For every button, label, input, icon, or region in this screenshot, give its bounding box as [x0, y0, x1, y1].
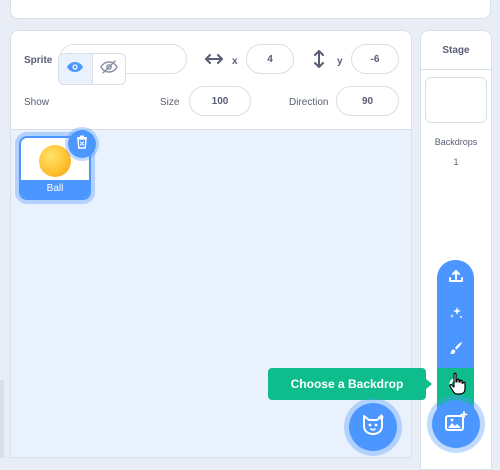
direction-label: Direction — [289, 97, 329, 108]
backdrops-label: Backdrops — [434, 137, 478, 147]
paint-icon — [448, 340, 464, 361]
sprite-tile-name: Ball — [21, 180, 89, 198]
backdrops-count: 1 — [453, 157, 459, 167]
x-position-icon — [204, 51, 224, 67]
ball-sprite-thumbnail — [39, 145, 71, 177]
show-label: Show — [24, 97, 50, 108]
show-toggle-group — [58, 53, 126, 85]
scrollbar-edge — [0, 380, 4, 458]
choose-sprite-button[interactable] — [349, 403, 397, 451]
direction-input[interactable]: 90 — [336, 86, 399, 116]
sprite-label: Sprite — [24, 55, 53, 66]
y-input[interactable]: -6 — [351, 44, 399, 74]
image-add-icon — [444, 410, 468, 438]
choose-backdrop-fab[interactable] — [432, 400, 480, 448]
surprise-backdrop-button[interactable] — [437, 296, 474, 332]
eye-slash-icon — [99, 59, 118, 79]
y-label: y — [337, 56, 343, 67]
show-hidden-button[interactable] — [93, 54, 126, 84]
surprise-icon — [448, 304, 464, 325]
upload-backdrop-button[interactable] — [437, 260, 474, 296]
stage-area-bottom — [10, 0, 491, 19]
y-position-icon — [311, 49, 327, 69]
x-label: x — [232, 56, 238, 67]
size-input[interactable]: 100 — [189, 86, 251, 116]
upload-icon — [448, 268, 464, 289]
size-label: Size — [160, 97, 180, 108]
trash-icon — [76, 135, 88, 154]
stage-thumbnail[interactable] — [425, 77, 487, 123]
x-input[interactable]: 4 — [246, 44, 294, 74]
choose-backdrop-tooltip: Choose a Backdrop — [268, 368, 432, 400]
cat-icon — [361, 413, 385, 441]
stage-title: Stage — [421, 31, 491, 70]
delete-sprite-button[interactable] — [68, 130, 96, 158]
show-visible-button[interactable] — [59, 54, 93, 84]
sprite-list-panel: Ball — [10, 130, 412, 458]
paint-backdrop-button[interactable] — [437, 332, 474, 368]
sprite-info-panel: Sprite Ball x 4 y -6 Show Size 100 Direc… — [10, 30, 412, 130]
pointer-hand-icon — [448, 372, 468, 401]
eye-icon — [66, 60, 84, 78]
